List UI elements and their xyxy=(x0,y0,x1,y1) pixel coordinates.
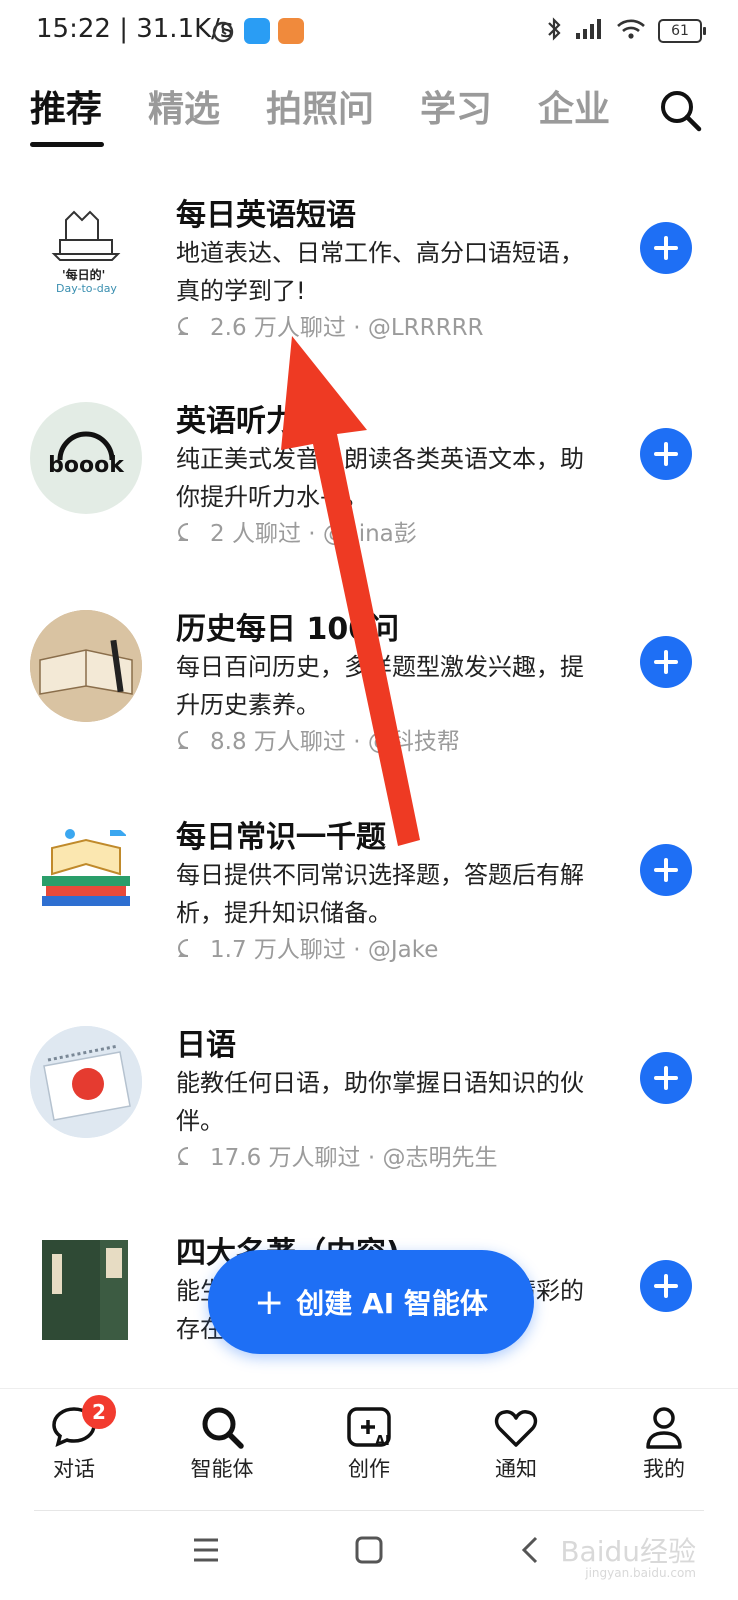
nav-chat-label: 对话 xyxy=(53,1457,95,1481)
item-description: 纯正美式发音，朗读各类英语文本，助你提升听力水平。 xyxy=(176,445,584,511)
search-icon xyxy=(202,1407,244,1449)
tab-enterprise[interactable]: 企业 xyxy=(538,80,610,132)
list-item[interactable]: boook 英语听力 纯正美式发音，朗读各类英语文本，助你提升听力水平。 2 人… xyxy=(0,402,738,602)
chat-bubble-icon xyxy=(176,521,200,551)
active-tab-indicator xyxy=(30,142,104,147)
nav-profile[interactable]: 我的 xyxy=(604,1389,724,1483)
item-meta-text: 17.6 万人聊过 · @志明先生 xyxy=(210,1145,498,1171)
nav-create-label: 创作 xyxy=(348,1457,390,1481)
avatar-japanese xyxy=(30,1026,142,1138)
item-title: 英语听力 xyxy=(176,404,296,439)
status-time: 15:22 | 31.1K/s xyxy=(36,14,234,44)
status-bar: 15:22 | 31.1K/s 61 xyxy=(0,0,738,64)
create-ai-agent-label: 创建 AI 智能体 xyxy=(296,1287,488,1320)
search-button[interactable] xyxy=(656,86,704,134)
back-chevron-icon xyxy=(521,1536,538,1564)
watermark: Baidu经验 xyxy=(560,1535,696,1568)
add-agent-button[interactable] xyxy=(640,844,692,896)
item-title: 每日常识一千题 xyxy=(176,820,386,855)
tab-study[interactable]: 学习 xyxy=(420,80,492,132)
avatar-history-book xyxy=(30,610,142,722)
nav-agents[interactable]: 智能体 xyxy=(162,1389,282,1483)
cloud-app-icon xyxy=(244,18,270,44)
wifi-icon xyxy=(616,17,646,45)
nav-notifications-label: 通知 xyxy=(495,1457,537,1481)
home-nav-button[interactable] xyxy=(349,1530,389,1570)
item-description: 每日提供不同常识选择题，答题后有解析，提升知识储备。 xyxy=(176,861,584,927)
add-agent-button[interactable] xyxy=(640,1260,692,1312)
item-meta-text: 2 人聊过 · @Lina彭 xyxy=(210,521,417,547)
menu-icon xyxy=(194,1538,218,1562)
watermark-url: jingyan.baidu.com xyxy=(585,1566,696,1580)
nav-chat[interactable]: 2 对话 xyxy=(14,1389,134,1483)
item-meta: 17.6 万人聊过 · @志明先生 xyxy=(176,1138,497,1175)
item-description: 能教任何日语，助你掌握日语知识的伙伴。 xyxy=(176,1069,584,1135)
item-meta-text: 1.7 万人聊过 · @Jake xyxy=(210,937,439,963)
item-meta: 8.8 万人聊过 · @科技帮 xyxy=(176,722,460,759)
item-meta: 2.6 万人聊过 · @LRRRRR xyxy=(176,308,484,345)
item-description: 地道表达、日常工作、高分口语短语，真的学到了! xyxy=(176,239,584,305)
avatar-boook-text: boook xyxy=(48,453,125,478)
avatar-english-listening: boook xyxy=(30,402,142,514)
item-title: 历史每日 100问 xyxy=(176,612,400,647)
chat-bubble-icon xyxy=(176,315,200,345)
avatar-subcaption: Day-to-day xyxy=(56,282,117,295)
search-icon xyxy=(661,91,702,132)
item-meta: 1.7 万人聊过 · @Jake xyxy=(176,930,438,967)
add-agent-button[interactable] xyxy=(640,222,692,274)
avatar-classics-books xyxy=(30,1234,142,1346)
nav-agents-label: 智能体 xyxy=(190,1457,254,1481)
bluetooth-icon xyxy=(546,16,562,46)
tab-featured[interactable]: 精选 xyxy=(148,80,220,132)
create-ai-icon: AI xyxy=(347,1407,391,1449)
back-nav-button[interactable] xyxy=(512,1530,552,1570)
alarm-icon xyxy=(210,18,236,48)
status-indicators: 61 xyxy=(546,16,706,46)
nav-notifications[interactable]: 通知 xyxy=(456,1389,576,1483)
bottom-nav: 2 对话 智能体 AI 创作 通知 我的 xyxy=(0,1388,738,1485)
signal-icon xyxy=(574,17,604,45)
chat-bubble-icon xyxy=(176,937,200,967)
item-title: 日语 xyxy=(176,1028,236,1063)
add-agent-button[interactable] xyxy=(640,428,692,480)
person-icon xyxy=(646,1407,682,1449)
add-agent-button[interactable] xyxy=(640,636,692,688)
list-item[interactable]: 日语 能教任何日语，助你掌握日语知识的伙伴。 17.6 万人聊过 · @志明先生 xyxy=(0,1026,738,1226)
nav-divider xyxy=(34,1510,704,1511)
menu-nav-button[interactable] xyxy=(186,1530,226,1570)
item-title: 每日英语短语 xyxy=(176,198,356,233)
item-meta-text: 8.8 万人聊过 · @科技帮 xyxy=(210,729,460,755)
chat-badge: 2 xyxy=(82,1395,116,1429)
nav-profile-label: 我的 xyxy=(643,1457,685,1481)
item-meta-text: 2.6 万人聊过 · @LRRRRR xyxy=(210,315,484,341)
item-meta: 2 人聊过 · @Lina彭 xyxy=(176,514,417,551)
svg-text:AI: AI xyxy=(375,1434,390,1449)
list-item[interactable]: '每日的' Day-to-day 每日英语短语 地道表达、日常工作、高分口语短语… xyxy=(0,196,738,396)
list-item[interactable]: 历史每日 100问 每日百问历史，多样题型激发兴趣，提升历史素养。 8.8 万人… xyxy=(0,610,738,810)
avatar-caption: '每日的' xyxy=(62,268,106,282)
nav-create[interactable]: AI 创作 xyxy=(309,1389,429,1483)
tab-recommend[interactable]: 推荐 xyxy=(30,80,102,132)
home-square-icon xyxy=(355,1536,383,1564)
notification-app-icon xyxy=(278,18,304,44)
plus-icon: + xyxy=(254,1281,285,1323)
battery-indicator: 61 xyxy=(658,19,706,43)
top-tabs: 推荐 精选 拍照问 学习 企业 xyxy=(0,80,738,150)
tab-photo-ask[interactable]: 拍照问 xyxy=(266,80,374,132)
heart-icon xyxy=(494,1410,538,1447)
add-agent-button[interactable] xyxy=(640,1052,692,1104)
avatar-books-stack xyxy=(30,818,142,930)
chat-bubble-icon xyxy=(176,1145,200,1175)
item-description: 每日百问历史，多样题型激发兴趣，提升历史素养。 xyxy=(176,653,584,719)
list-item[interactable]: 每日常识一千题 每日提供不同常识选择题，答题后有解析，提升知识储备。 1.7 万… xyxy=(0,818,738,1018)
chat-bubble-icon xyxy=(176,729,200,759)
create-ai-agent-button[interactable]: + 创建 AI 智能体 xyxy=(208,1250,534,1354)
